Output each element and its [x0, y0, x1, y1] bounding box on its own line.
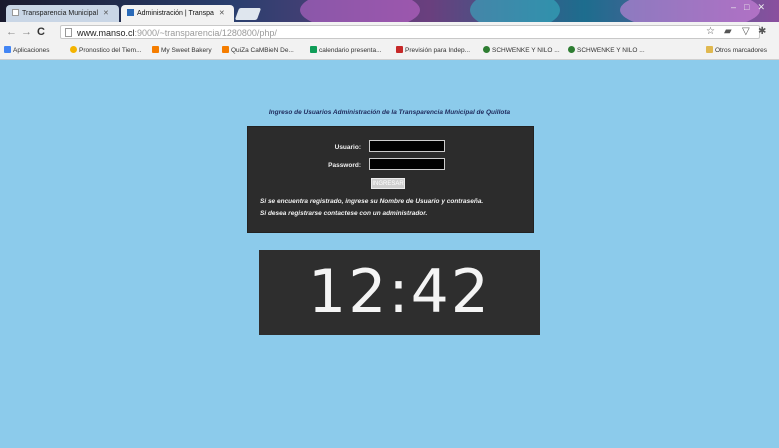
bookmark-label: Otros marcadores: [715, 47, 768, 54]
bookmark-pronostico[interactable]: Pronostico del Tiem...: [70, 45, 142, 56]
apps-icon: [4, 46, 11, 53]
bookmark-quiza-cambien[interactable]: QuiZa CaMBieN De...: [222, 45, 294, 56]
new-tab-button[interactable]: [234, 8, 262, 20]
bookmark-schwenke-1[interactable]: SCHWENKE Y NILO ...: [483, 45, 560, 56]
bookmark-label: Aplicaciones: [13, 47, 50, 54]
browser-toolbar: ← → C www.manso.cl:9000/~transparencia/1…: [0, 22, 779, 44]
weather-icon: [70, 46, 77, 53]
url-path: :9000/~transparencia/1280800/php/: [134, 28, 277, 38]
leaf-icon: [568, 46, 575, 53]
register-contact-note: Si desea registrarse contactese con un a…: [260, 210, 428, 217]
bookmark-icon: [396, 46, 403, 53]
digital-clock: 12:42: [259, 250, 540, 335]
registered-note: Si se encuentra registrado, ingrese su N…: [260, 198, 484, 205]
page-icon: [12, 9, 19, 16]
decorative-swirl: [470, 0, 560, 22]
username-label: Usuario:: [334, 144, 361, 151]
bookmark-aplicaciones[interactable]: Aplicaciones: [4, 45, 50, 56]
back-arrow-icon[interactable]: ←: [6, 25, 17, 39]
site-favicon-icon: [127, 9, 134, 16]
submit-button[interactable]: INGRESAR: [371, 178, 405, 189]
bookmark-label: My Sweet Bakery: [161, 47, 212, 54]
address-bar[interactable]: www.manso.cl:9000/~transparencia/1280800…: [60, 25, 760, 39]
decorative-swirl: [300, 0, 420, 22]
bookmark-label: Pronostico del Tiem...: [79, 47, 142, 54]
bookmark-prevision[interactable]: Previsión para Indep...: [396, 45, 470, 56]
password-label: Password:: [328, 162, 361, 169]
pocket-icon[interactable]: ▽: [742, 26, 750, 37]
bookmark-label: QuiZa CaMBieN De...: [231, 47, 294, 54]
folder-icon: [706, 46, 713, 53]
blogger-icon: [222, 46, 229, 53]
url-host: www.manso.cl: [77, 28, 135, 38]
extension-icon[interactable]: ▰: [724, 26, 732, 37]
blogger-icon: [152, 46, 159, 53]
page-title: Ingreso de Usuarios Administración de la…: [268, 109, 511, 116]
window-controls[interactable]: –□✕: [731, 2, 773, 13]
username-input[interactable]: [369, 140, 445, 152]
close-tab-icon[interactable]: ✕: [219, 10, 225, 17]
bookmark-label: SCHWENKE Y NILO ...: [577, 47, 645, 54]
password-input[interactable]: [369, 158, 445, 170]
page-icon: [65, 28, 72, 37]
sheet-icon: [310, 46, 317, 53]
bookmarks-bar: Aplicaciones Pronostico del Tiem... My S…: [0, 43, 779, 60]
bookmark-star-icon[interactable]: ☆: [706, 26, 715, 37]
tab-label: Administración | Transpa: [137, 10, 214, 17]
tab-administracion[interactable]: Administración | Transpa ✕: [121, 5, 234, 22]
bookmark-otros-marcadores[interactable]: Otros marcadores: [706, 45, 767, 56]
bookmark-label: SCHWENKE Y NILO ...: [492, 47, 560, 54]
leaf-icon: [483, 46, 490, 53]
settings-gear-icon[interactable]: ✱: [758, 26, 766, 37]
bookmark-calendario[interactable]: calendario presenta...: [310, 45, 382, 56]
tab-transparencia[interactable]: Transparencia Municipal ✕: [6, 5, 119, 22]
tab-label: Transparencia Municipal: [22, 10, 98, 17]
bookmark-label: Previsión para Indep...: [405, 47, 471, 54]
browser-tab-strip: Transparencia Municipal ✕ Administración …: [0, 0, 779, 22]
bookmark-my-sweet-bakery[interactable]: My Sweet Bakery: [152, 45, 212, 56]
bookmark-schwenke-2[interactable]: SCHWENKE Y NILO ...: [568, 45, 645, 56]
reload-icon[interactable]: C: [37, 25, 45, 39]
forward-arrow-icon[interactable]: →: [21, 25, 32, 39]
close-tab-icon[interactable]: ✕: [103, 10, 109, 17]
bookmark-label: calendario presenta...: [319, 47, 382, 54]
login-form: Usuario: Password: INGRESAR Si se encuen…: [247, 126, 534, 233]
